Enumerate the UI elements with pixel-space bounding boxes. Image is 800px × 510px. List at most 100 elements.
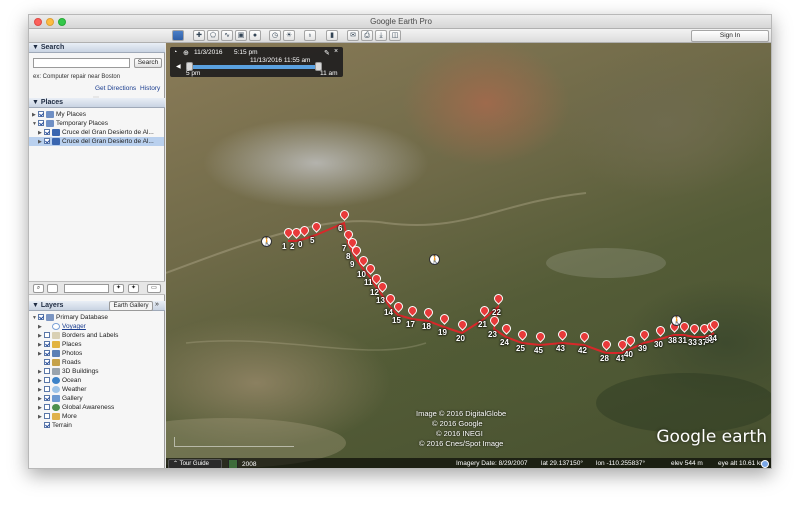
sign-in-button[interactable]: Sign In: [691, 30, 769, 42]
checkbox[interactable]: [44, 129, 50, 136]
checkbox[interactable]: [44, 395, 50, 402]
time-back-icon[interactable]: ◀: [176, 63, 181, 70]
layer-primary-database[interactable]: ▼ Primary Database: [32, 313, 108, 322]
map-navigation-corner[interactable]: [761, 460, 769, 468]
tour-guide-button[interactable]: ⌃ Tour Guide: [168, 459, 222, 468]
layer-label: Ocean: [62, 377, 82, 384]
track-point-label: 13: [376, 296, 385, 305]
path-icon[interactable]: ∿: [221, 30, 233, 41]
track-point-label: 40: [624, 350, 633, 359]
buildings-icon: [52, 367, 60, 375]
layer-roads[interactable]: Roads: [38, 358, 81, 367]
imagery-credit: © 2016 INEGI: [436, 429, 483, 438]
track-point-label: 42: [578, 346, 587, 355]
layer-label: Gallery: [62, 395, 83, 402]
earth-gallery-chevron-icon[interactable]: »: [155, 301, 159, 308]
checkbox[interactable]: [44, 404, 50, 411]
move-up-icon[interactable]: ✦: [113, 284, 124, 293]
history-link[interactable]: History: [140, 85, 160, 92]
toolbar: ✚ ⬠ ∿ ▣ ● ◷ ☀ ♁ ▮ ✉ ⎙ ⤓ ◫ Sign In: [29, 29, 771, 43]
earth-gallery-button[interactable]: Earth Gallery: [109, 301, 153, 311]
map-viewport[interactable]: 1 2 0 5 6 7 8 9 10 11 12 13 14 15 17 18 19 20 21 22 23 24 25 45…: [166, 43, 771, 468]
hiker-icon[interactable]: 🚶: [671, 315, 682, 326]
track-point-label: 9: [350, 260, 355, 269]
view-in-maps-icon[interactable]: ◫: [389, 30, 401, 41]
search-input[interactable]: [33, 58, 130, 68]
checkbox[interactable]: [38, 111, 44, 118]
layer-label: Photos: [62, 350, 83, 357]
checkbox[interactable]: [44, 422, 50, 429]
elevation-readout: elev 544 m: [671, 460, 703, 467]
email-icon[interactable]: ✉: [347, 30, 359, 41]
checkbox[interactable]: [44, 341, 50, 348]
search-places-icon[interactable]: ⌕: [33, 284, 44, 293]
layer-borders[interactable]: ▶ Borders and Labels: [38, 331, 118, 340]
time-left-label: 5 pm: [186, 70, 201, 77]
move-down-icon[interactable]: ✦: [128, 284, 139, 293]
layer-more[interactable]: ▶ More: [38, 412, 77, 421]
places-item-temporary-places[interactable]: ▼ Temporary Places: [32, 119, 108, 128]
close-time-icon[interactable]: ×: [334, 48, 338, 55]
layer-global-awareness[interactable]: ▶ Global Awareness: [38, 403, 114, 412]
image-overlay-icon[interactable]: ▣: [235, 30, 247, 41]
get-directions-link[interactable]: Get Directions: [95, 85, 136, 92]
checkbox[interactable]: [44, 413, 50, 420]
places-item-cruce-1[interactable]: ▶ Cruce del Gran Desierto de Al...: [38, 128, 165, 137]
layer-voyager[interactable]: ▶ Voyager: [38, 322, 86, 331]
sidebar-toggle-icon[interactable]: [172, 30, 184, 41]
show-panel-icon[interactable]: [47, 284, 58, 293]
places-item-label: Cruce del Gran Desierto de Al...: [62, 138, 154, 145]
layer-gallery[interactable]: ▶ Gallery: [38, 394, 83, 403]
sunlight-icon[interactable]: ☀: [283, 30, 295, 41]
layer-ocean[interactable]: ▶ Ocean: [38, 376, 81, 385]
print-icon[interactable]: ⎙: [361, 30, 373, 41]
search-example: ex: Computer repair near Boston: [33, 74, 121, 80]
placemark-icon[interactable]: ✚: [193, 30, 205, 41]
historical-imagery-icon[interactable]: ◷: [269, 30, 281, 41]
layer-3d-buildings[interactable]: ▶ 3D Buildings: [38, 367, 99, 376]
wrench-icon[interactable]: ✎: [324, 49, 330, 57]
checkbox[interactable]: [44, 359, 50, 366]
time-start-time: 5:15 pm: [234, 49, 258, 56]
layer-terrain[interactable]: Terrain: [44, 421, 72, 430]
imagery-date: Imagery Date: 8/29/2007: [456, 460, 528, 467]
places-filter-field[interactable]: [64, 284, 109, 293]
places-item-cruce-2[interactable]: ▶ Cruce del Gran Desierto de Al...: [29, 137, 164, 146]
clock-icon[interactable]: ◔: [173, 49, 177, 56]
eye-altitude-readout: eye alt 10.61 km: [718, 460, 766, 467]
checkbox[interactable]: [44, 138, 50, 145]
checkbox[interactable]: [38, 314, 44, 321]
record-tour-icon[interactable]: ●: [249, 30, 261, 41]
imagery-credit: © 2016 Cnes/Spot Image: [419, 439, 504, 448]
checkbox[interactable]: [44, 332, 50, 339]
layer-places[interactable]: ▶ Places: [38, 340, 82, 349]
search-button[interactable]: Search: [134, 58, 162, 68]
time-slider-track[interactable]: [190, 65, 318, 69]
layer-photos[interactable]: ▶ Photos: [38, 349, 82, 358]
search-panel-header[interactable]: ▼ Search: [29, 43, 165, 53]
ruler-icon[interactable]: ▮: [326, 30, 338, 41]
polygon-icon[interactable]: ⬠: [207, 30, 219, 41]
checkbox[interactable]: [38, 120, 44, 127]
checkbox[interactable]: [44, 350, 50, 357]
checkbox[interactable]: [44, 386, 50, 393]
track-point-label: 33: [688, 338, 697, 347]
places-menu-icon[interactable]: ▭: [147, 284, 161, 293]
checkbox[interactable]: [44, 368, 50, 375]
gps-track-path: [288, 221, 715, 354]
roads-icon: [52, 358, 60, 366]
save-image-icon[interactable]: ⤓: [375, 30, 387, 41]
layer-weather[interactable]: ▶ Weather: [38, 385, 86, 394]
checkbox[interactable]: [44, 377, 50, 384]
track-point-label: 15: [392, 316, 401, 325]
planets-icon[interactable]: ♁: [304, 30, 316, 41]
places-item-my-places[interactable]: ▶ My Places: [32, 110, 86, 119]
tour-thumbnail-icon[interactable]: [228, 459, 238, 468]
gallery-icon: [52, 394, 60, 402]
hiker-icon[interactable]: 🚶: [429, 254, 440, 265]
places-panel-header[interactable]: ▼ Places: [29, 98, 165, 108]
hiker-icon[interactable]: 🚶: [261, 236, 272, 247]
layer-label[interactable]: Voyager: [62, 323, 86, 330]
sidebar: ▼ Search Search ex: Computer repair near…: [29, 43, 165, 468]
zoom-time-icon[interactable]: ⊕: [183, 49, 189, 57]
